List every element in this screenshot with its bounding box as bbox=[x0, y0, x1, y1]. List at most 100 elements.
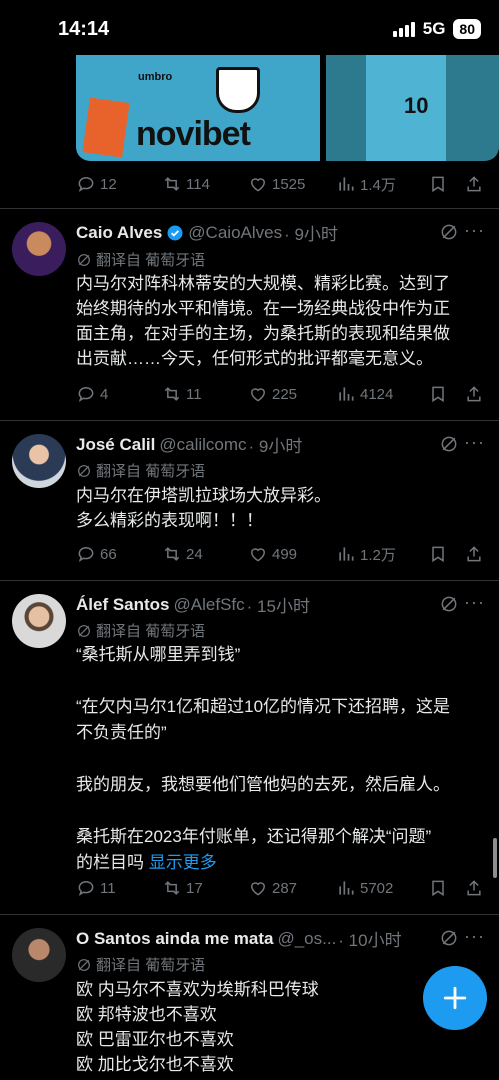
grok-icon[interactable] bbox=[439, 928, 459, 948]
share-button[interactable] bbox=[464, 384, 484, 404]
tweet[interactable]: Caio Alves @CaioAlves · 9小时 ··· 翻译自 葡萄牙语… bbox=[0, 208, 499, 420]
grok-icon[interactable] bbox=[439, 222, 459, 242]
media-image-left[interactable]: umbro novibet bbox=[76, 55, 320, 161]
views-button[interactable]: 5702 bbox=[336, 878, 428, 898]
heart-icon bbox=[250, 548, 266, 562]
avatar[interactable] bbox=[12, 222, 66, 276]
translation-note[interactable]: 翻译自 葡萄牙语 bbox=[76, 954, 205, 975]
author-handle[interactable]: @calilcomc bbox=[159, 435, 246, 455]
author-name[interactable]: O Santos ainda me mata bbox=[76, 929, 273, 949]
bookmark-button[interactable] bbox=[428, 878, 464, 898]
translation-note[interactable]: 翻译自 葡萄牙语 bbox=[76, 249, 205, 270]
translation-note[interactable]: 翻译自 葡萄牙语 bbox=[76, 460, 205, 481]
grok-icon[interactable] bbox=[439, 434, 459, 454]
captain-armband bbox=[82, 97, 130, 158]
tweet-header: O Santos ainda me mata @_os... · 10小时 bbox=[76, 926, 419, 951]
reply-icon bbox=[78, 386, 94, 402]
translation-note[interactable]: 翻译自 葡萄牙语 bbox=[76, 620, 205, 641]
like-button[interactable]: 1525 bbox=[248, 174, 336, 194]
author-name[interactable]: Álef Santos bbox=[76, 595, 170, 615]
bookmark-icon bbox=[432, 546, 444, 563]
reply-icon bbox=[78, 546, 94, 562]
tweet-line: 欧 巴雷亚尔也不喜欢 bbox=[76, 1030, 234, 1049]
like-button[interactable]: 225 bbox=[248, 384, 336, 404]
avatar[interactable] bbox=[12, 594, 66, 648]
tweet-line: 不负责任的” bbox=[76, 723, 167, 742]
tweet-line: 面主角，在对手的主场，为桑托斯的表现和结果做 bbox=[76, 324, 450, 343]
share-icon bbox=[467, 386, 481, 402]
tweet-actions: 11 17 287 5702 bbox=[76, 876, 486, 900]
compose-button[interactable] bbox=[423, 966, 487, 1030]
heart-icon bbox=[250, 882, 266, 896]
tweet-text: 欧 内马尔不喜欢为埃斯科巴传球 欧 邦特波也不喜欢 欧 巴雷亚尔也不喜欢 欧 加… bbox=[76, 977, 416, 1077]
tweet-text: 内马尔对阵科林蒂安的大规模、精彩比赛。达到了 始终期待的水平和情境。在一场经典战… bbox=[76, 271, 491, 371]
views-icon bbox=[339, 881, 354, 895]
reply-button[interactable]: 11 bbox=[76, 878, 162, 898]
tweet-line: 欧 邦特波也不喜欢 bbox=[76, 1005, 217, 1024]
tweet-actions: 4 11 225 4124 bbox=[76, 382, 486, 406]
jersey-number: 10 bbox=[404, 93, 429, 118]
author-name[interactable]: Caio Alves bbox=[76, 223, 162, 243]
bookmark-button[interactable] bbox=[428, 544, 464, 564]
repost-count: 11 bbox=[186, 385, 202, 403]
tweet-text: 内马尔在伊塔凯拉球场大放异彩。 多么精彩的表现啊！！！ bbox=[76, 483, 491, 533]
signal-icon bbox=[392, 21, 415, 37]
grok-icon[interactable] bbox=[439, 594, 459, 614]
more-options-icon[interactable]: ··· bbox=[464, 592, 485, 613]
repost-button[interactable]: 11 bbox=[162, 384, 248, 404]
more-options-icon[interactable]: ··· bbox=[464, 220, 485, 241]
share-button[interactable] bbox=[464, 544, 484, 564]
heart-icon bbox=[250, 388, 266, 402]
tweet-line: 多么精彩的表现啊！！！ bbox=[76, 511, 263, 530]
avatar[interactable] bbox=[12, 434, 66, 488]
author-handle[interactable]: @CaioAlves bbox=[188, 223, 282, 243]
author-name[interactable]: José Calil bbox=[76, 435, 155, 455]
tweet-line: 的栏目吗 bbox=[76, 853, 144, 872]
views-button[interactable]: 1.4万 bbox=[336, 174, 428, 195]
bookmark-button[interactable] bbox=[428, 174, 464, 194]
share-button[interactable] bbox=[464, 174, 484, 194]
network-label: 5G bbox=[422, 19, 446, 38]
reply-button[interactable]: 66 bbox=[76, 544, 162, 564]
views-icon bbox=[339, 177, 354, 191]
author-handle[interactable]: @_os... bbox=[277, 929, 336, 949]
more-options-icon[interactable]: ··· bbox=[464, 926, 485, 947]
repost-icon bbox=[164, 177, 180, 191]
verified-badge-icon bbox=[167, 225, 183, 240]
translate-icon bbox=[78, 464, 90, 477]
reply-button[interactable]: 12 bbox=[76, 174, 162, 194]
views-icon bbox=[339, 387, 354, 401]
tweet-line: 出贡献……今天，任何形式的批评都毫无意义。 bbox=[76, 349, 433, 368]
tweet[interactable]: Álef Santos @AlefSfc · 15小时 ··· 翻译自 葡萄牙语… bbox=[0, 580, 499, 914]
tweet-line: “在欠内马尔1亿和超过10亿的情况下还招聘，这是 bbox=[76, 697, 451, 716]
share-button[interactable] bbox=[464, 878, 484, 898]
views-button[interactable]: 1.2万 bbox=[336, 544, 428, 565]
repost-button[interactable]: 24 bbox=[162, 544, 248, 564]
tweet-media[interactable]: umbro novibet 10 bbox=[76, 55, 499, 163]
more-options-icon[interactable]: ··· bbox=[464, 432, 485, 453]
author-handle[interactable]: @AlefSfc bbox=[174, 595, 245, 615]
reply-count: 12 bbox=[100, 175, 117, 193]
tweet-line: 内马尔在伊塔凯拉球场大放异彩。 bbox=[76, 486, 331, 505]
media-image-right[interactable]: 10 bbox=[326, 55, 499, 161]
scroll-indicator[interactable] bbox=[493, 838, 497, 878]
avatar[interactable] bbox=[12, 928, 66, 982]
tweet-text: “桑托斯从哪里弄到钱” “在欠内马尔1亿和超过10亿的情况下还招聘，这是 不负责… bbox=[76, 642, 491, 876]
repost-icon bbox=[164, 547, 180, 561]
reply-button[interactable]: 4 bbox=[76, 384, 162, 404]
tweet-line bbox=[76, 668, 491, 694]
repost-button[interactable]: 114 bbox=[162, 174, 248, 194]
repost-count: 114 bbox=[186, 175, 210, 193]
show-more-link[interactable]: 显示更多 bbox=[149, 853, 217, 872]
tweet-header: Álef Santos @AlefSfc · 15小时 bbox=[76, 592, 489, 617]
reply-icon bbox=[78, 880, 94, 896]
like-button[interactable]: 499 bbox=[248, 544, 336, 564]
translate-icon bbox=[78, 958, 90, 971]
bookmark-button[interactable] bbox=[428, 384, 464, 404]
like-button[interactable]: 287 bbox=[248, 878, 336, 898]
repost-button[interactable]: 17 bbox=[162, 878, 248, 898]
tweet[interactable]: José Calil @calilcomc · 9小时 ··· 翻译自 葡萄牙语… bbox=[0, 420, 499, 580]
views-count: 1.4万 bbox=[360, 176, 396, 194]
translate-icon bbox=[78, 624, 90, 637]
views-button[interactable]: 4124 bbox=[336, 384, 428, 404]
